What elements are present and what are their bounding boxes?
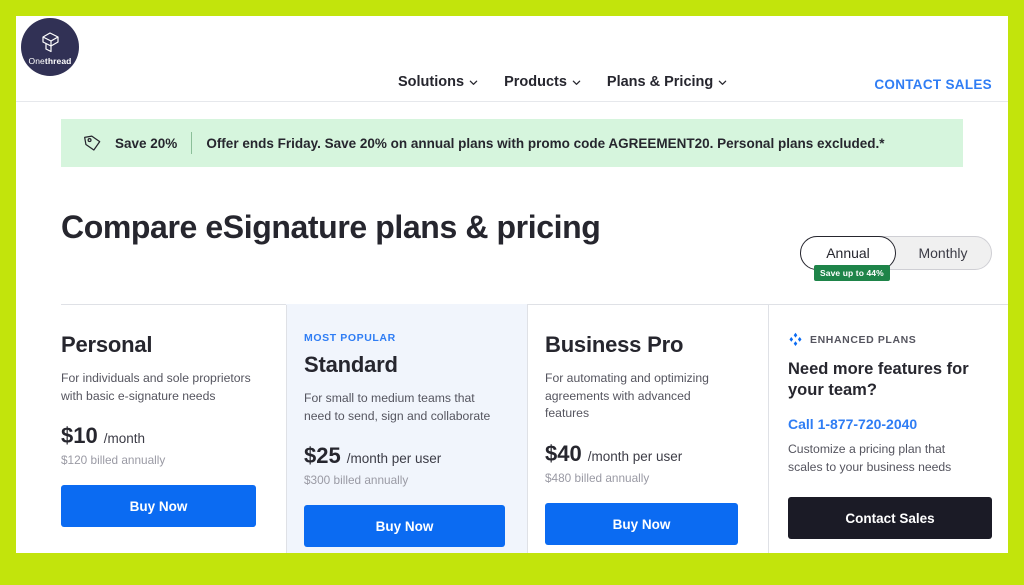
nav-item-label: Products: [504, 74, 567, 90]
plans-grid: Personal For individuals and sole propri…: [61, 304, 1008, 553]
enhanced-eyebrow-label: ENHANCED PLANS: [810, 333, 917, 346]
plan-price-period: /month: [103, 431, 145, 447]
most-popular-eyebrow: MOST POPULAR: [304, 332, 396, 344]
nav-item-plans-pricing[interactable]: Plans & Pricing: [607, 74, 727, 90]
plan-description: For individuals and sole proprietors wit…: [61, 371, 251, 403]
billing-toggle-monthly[interactable]: Monthly: [895, 237, 991, 269]
site-header: Onethread Solutions Products Plans & Pri…: [16, 16, 1008, 102]
plan-price-row: $25 /month per user: [304, 443, 505, 469]
plan-card-personal: Personal For individuals and sole propri…: [61, 304, 286, 553]
promo-banner: Save 20% Offer ends Friday. Save 20% on …: [61, 119, 963, 167]
enhanced-title: Need more features for your team?: [788, 360, 969, 400]
page-content-frame: Onethread Solutions Products Plans & Pri…: [16, 16, 1008, 553]
plan-card-business-pro: Business Pro For automating and optimizi…: [527, 304, 768, 553]
plan-description: For automating and optimizing agreements…: [545, 371, 709, 421]
nav-item-solutions[interactable]: Solutions: [398, 74, 478, 90]
plan-price-period: /month per user: [346, 451, 442, 467]
plan-price: $10: [61, 423, 98, 449]
buy-now-button-standard[interactable]: Buy Now: [304, 505, 505, 548]
billing-toggle-wrapper: Annual Monthly Save up to 44%: [800, 236, 992, 281]
plan-price-row: $10 /month: [61, 423, 256, 449]
contact-sales-button[interactable]: Contact Sales: [788, 497, 992, 540]
promo-label: Save 20%: [115, 135, 178, 151]
plan-billed-note: $120 billed annually: [61, 453, 166, 468]
main-navigation: Solutions Products Plans & Pricing: [398, 74, 727, 90]
enhanced-plans-panel: ENHANCED PLANS Need more features for yo…: [768, 304, 1008, 553]
plan-name: Standard: [304, 352, 398, 377]
buy-now-button-business-pro[interactable]: Buy Now: [545, 503, 738, 546]
promo-message: Offer ends Friday. Save 20% on annual pl…: [206, 135, 885, 151]
plan-description: For small to medium teams that need to s…: [304, 391, 491, 423]
savings-badge: Save up to 44%: [814, 265, 890, 281]
nav-item-products[interactable]: Products: [504, 74, 581, 90]
logo-wordmark: Onethread: [28, 56, 72, 67]
chevron-down-icon: [572, 80, 581, 85]
nav-item-label: Solutions: [398, 74, 465, 90]
onethread-logo[interactable]: Onethread: [21, 18, 79, 76]
plan-billed-note: $300 billed annually: [304, 473, 409, 488]
plan-price-period: /month per user: [587, 449, 683, 465]
plan-price: $40: [545, 441, 582, 467]
price-tag-icon: [84, 134, 101, 151]
onethread-cube-icon: [42, 32, 59, 53]
plan-name: Business Pro: [545, 332, 684, 357]
nav-item-label: Plans & Pricing: [606, 74, 714, 90]
page-title: Compare eSignature plans & pricing: [61, 209, 601, 245]
card-divider: [768, 305, 769, 553]
chevron-down-icon: [719, 80, 727, 85]
plan-name: Personal: [61, 332, 153, 357]
card-divider: [286, 305, 287, 553]
enhanced-description: Customize a pricing plan that scales to …: [788, 441, 952, 474]
enhanced-phone-link[interactable]: Call 1-877-720-2040: [788, 416, 978, 432]
buy-now-button-personal[interactable]: Buy Now: [61, 485, 256, 528]
four-dots-icon: [789, 332, 802, 346]
promo-divider: [191, 132, 193, 154]
plan-billed-note: $480 billed annually: [545, 471, 650, 486]
chevron-down-icon: [469, 80, 478, 85]
plan-price-row: $40 /month per user: [545, 441, 738, 467]
card-divider: [527, 305, 528, 553]
header-contact-sales-link[interactable]: CONTACT SALES: [874, 77, 992, 92]
enhanced-eyebrow: ENHANCED PLANS: [788, 332, 978, 347]
plan-card-standard: MOST POPULAR Standard For small to mediu…: [286, 304, 527, 553]
plan-price: $25: [304, 443, 341, 469]
